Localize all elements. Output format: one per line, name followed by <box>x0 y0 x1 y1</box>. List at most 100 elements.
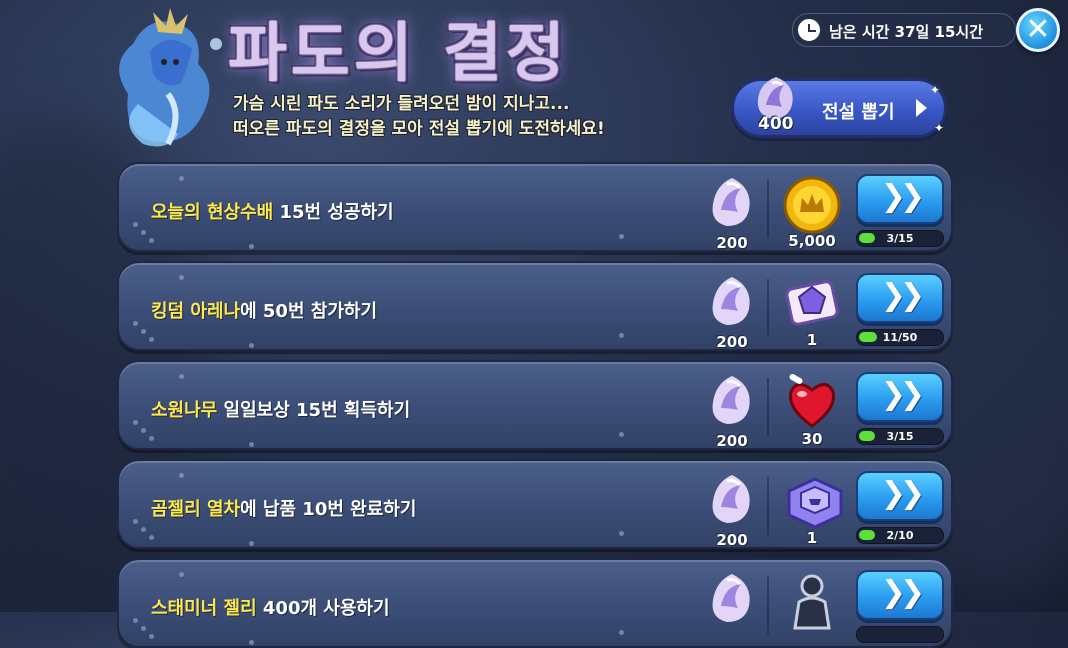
decor-bubble <box>249 244 254 249</box>
decor-bubble <box>249 343 254 348</box>
go-mission-button[interactable]: ❯❯ <box>856 174 944 224</box>
heart-jelly-icon <box>788 374 836 428</box>
treasure-box-icon <box>787 477 843 529</box>
decor-bubble <box>141 230 146 235</box>
decor-bubble <box>133 222 138 227</box>
decor-bubble <box>149 436 154 441</box>
double-chevron-icon: ❯❯ <box>880 278 925 313</box>
wave-crystal-icon <box>712 475 750 523</box>
decor-bubble <box>179 176 184 181</box>
mission-row: 오늘의 현상수배 15번 성공하기 200 5,000 ❯❯ 3/15 <box>117 162 953 252</box>
decor-bubble <box>249 640 254 645</box>
decor-bubble <box>141 428 146 433</box>
go-mission-button[interactable]: ❯❯ <box>856 570 944 620</box>
double-chevron-icon: ❯❯ <box>880 476 925 511</box>
remaining-time-text: 남은 시간 37일 15시간 <box>829 23 984 41</box>
mission-description: 킹덤 아레나에 50번 참가하기 <box>151 297 377 323</box>
double-chevron-icon: ❯❯ <box>880 575 925 610</box>
mission-row: 곰젤리 열차에 납품 10번 완료하기 200 1 ❯❯ 2/10 <box>117 459 953 549</box>
mission-highlight: 킹덤 아레나 <box>151 301 241 322</box>
item-reward: 1 <box>777 273 847 349</box>
decor-bubble <box>141 329 146 334</box>
item-reward-amount: 5,000 <box>788 232 836 250</box>
go-mission-button[interactable]: ❯❯ <box>856 273 944 323</box>
decor-bubble <box>133 618 138 623</box>
item-reward-amount: 1 <box>806 529 818 547</box>
crystal-reward-amount: 200 <box>716 333 748 351</box>
crystal-reward-amount: 200 <box>716 432 748 450</box>
decor-bubble <box>141 527 146 532</box>
gacha-cost: 400 <box>758 114 794 134</box>
mission-highlight: 오늘의 현상수배 <box>151 202 274 223</box>
description-line-2: 떠오른 파도의 결정을 모아 전설 뽑기에 도전하세요! <box>233 119 605 139</box>
decor-bubble <box>619 432 624 437</box>
decor-bubble <box>179 473 184 478</box>
divider <box>767 576 769 634</box>
progress-text: 3/15 <box>886 430 914 443</box>
go-mission-button[interactable]: ❯❯ <box>856 372 944 422</box>
decor-bubble <box>179 374 184 379</box>
crystal-reward: 200 <box>703 473 761 549</box>
divider <box>767 477 769 535</box>
gold-coin-icon <box>783 176 841 234</box>
progress-text: 3/15 <box>886 232 914 245</box>
item-reward-amount: 1 <box>806 331 818 349</box>
divider <box>767 180 769 238</box>
divider <box>767 378 769 436</box>
mission-text: 15번 성공하기 <box>273 202 394 223</box>
item-reward: 1 <box>777 471 847 547</box>
decor-bubble <box>619 234 624 239</box>
mission-highlight: 소원나무 <box>151 400 218 421</box>
decor-bubble <box>619 531 624 536</box>
close-button[interactable]: ✕ <box>1016 8 1060 52</box>
crystal-reward-amount: 200 <box>716 531 748 549</box>
crystal-reward <box>703 572 761 632</box>
decor-bubble <box>249 541 254 546</box>
clock-icon <box>796 17 822 43</box>
mission-progress-bar: 3/15 <box>856 230 944 247</box>
mission-text: 에 납품 10번 완료하기 <box>240 499 417 520</box>
decor-bubble <box>133 519 138 524</box>
item-reward: 30 <box>777 372 847 448</box>
legend-gacha-button[interactable]: 400 전설 뽑기 ✦ ✦ <box>731 77 947 138</box>
decor-bubble <box>149 634 154 639</box>
mission-row: 소원나무 일일보상 15번 획득하기 200 30 ❯❯ 3/15 <box>117 360 953 450</box>
mission-text: 400개 사용하기 <box>256 598 390 619</box>
progress-text: 11/50 <box>882 331 918 344</box>
sparkle-icon: ✦ <box>934 121 945 135</box>
mission-description: 소원나무 일일보상 15번 획득하기 <box>151 396 410 422</box>
crystal-reward: 200 <box>703 275 761 351</box>
item-reward <box>777 570 847 636</box>
crystal-reward: 200 <box>703 176 761 252</box>
mission-progress-bar: 11/50 <box>856 329 944 346</box>
decor-bubble <box>149 535 154 540</box>
decor-bubble <box>179 275 184 280</box>
sparkle-icon: ✦ <box>930 83 941 97</box>
mission-highlight: 스태미너 젤리 <box>151 598 257 619</box>
mission-text: 일일보상 15번 획득하기 <box>217 400 411 421</box>
mission-progress-bar: 2/10 <box>856 527 944 544</box>
mission-row: 스태미너 젤리 400개 사용하기 ❯❯ <box>117 558 953 648</box>
decor-bubble <box>149 337 154 342</box>
wave-crystal-icon <box>712 574 750 622</box>
divider <box>767 279 769 337</box>
go-mission-button[interactable]: ❯❯ <box>856 471 944 521</box>
progress-text: 2/10 <box>886 529 914 542</box>
mission-description: 곰젤리 열차에 납품 10번 완료하기 <box>151 495 416 521</box>
item-reward-amount: 30 <box>801 430 823 448</box>
mission-description: 스태미너 젤리 400개 사용하기 <box>151 594 390 620</box>
event-description: 가슴 시린 파도 소리가 들려오던 밤이 지나고... 떠오른 파도의 결정을 … <box>233 92 605 142</box>
mission-highlight: 곰젤리 열차 <box>151 499 241 520</box>
crystal-reward-amount: 200 <box>716 234 748 252</box>
double-chevron-icon: ❯❯ <box>880 377 925 412</box>
wave-crystal-icon <box>712 178 750 226</box>
decor-bubble <box>133 321 138 326</box>
crystal-reward: 200 <box>703 374 761 450</box>
play-arrow-icon <box>916 99 927 117</box>
sea-fairy-cookie-mascot <box>108 4 238 152</box>
mission-progress-bar: 3/15 <box>856 428 944 445</box>
double-chevron-icon: ❯❯ <box>880 179 925 214</box>
decor-bubble <box>249 442 254 447</box>
page-title: 파도의 결정 <box>228 16 569 91</box>
gacha-label: 전설 뽑기 <box>822 102 895 123</box>
